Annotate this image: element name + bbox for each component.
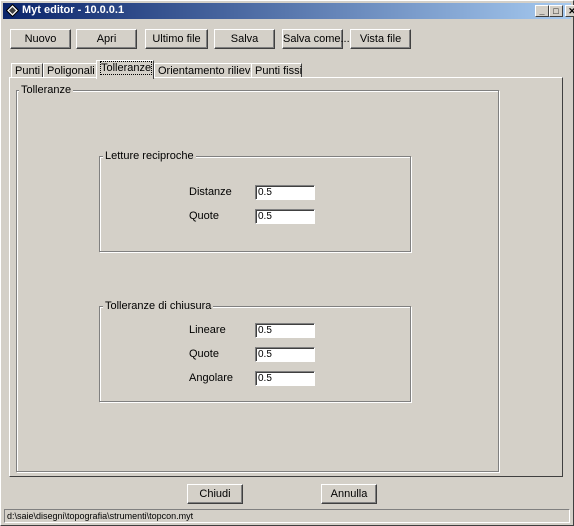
tolleranze-chiusura-group: Tolleranze di chiusura Lineare 0.5 Quote…: [99, 299, 411, 402]
angolare-label: Angolare: [189, 372, 234, 384]
app-diamond-icon[interactable]: [5, 3, 20, 18]
tab-punti-fissi[interactable]: Punti fissi: [251, 63, 302, 78]
distanze-field[interactable]: 0.5: [255, 185, 315, 200]
minimize-button[interactable]: _: [535, 5, 549, 17]
quote-chiusura-label: Quote: [189, 348, 219, 360]
tab-tolleranze[interactable]: Tolleranze: [96, 60, 154, 79]
tolleranze-group-title: Tolleranze: [19, 83, 74, 97]
tab-punti[interactable]: Punti: [11, 63, 43, 78]
save-button[interactable]: Salva: [214, 29, 275, 49]
status-bar-path: d:\saie\disegni\topografia\strumenti\top…: [4, 509, 570, 523]
angolare-field[interactable]: 0.5: [255, 371, 315, 386]
cancel-button[interactable]: Annulla: [321, 484, 377, 504]
tolleranze-chiusura-title: Tolleranze di chiusura: [103, 299, 214, 313]
letture-reciproche-title: Letture reciproche: [103, 149, 196, 163]
window-title: Myt editor - 10.0.0.1: [22, 4, 125, 16]
distanze-label: Distanze: [189, 186, 232, 198]
maximize-button[interactable]: □: [549, 5, 563, 17]
last-file-button[interactable]: Ultimo file: [145, 29, 208, 49]
tab-orientamento-rilievo[interactable]: Orientamento rilievo: [154, 63, 256, 78]
close-button[interactable]: ✕: [565, 5, 574, 17]
tolleranze-group: Tolleranze Letture reciproche Distanze 0…: [16, 83, 499, 472]
quote-field[interactable]: 0.5: [255, 209, 315, 224]
title-bar[interactable]: Myt editor - 10.0.0.1 _ □ ✕: [3, 3, 574, 19]
lineare-label: Lineare: [189, 324, 226, 336]
new-button[interactable]: Nuovo: [10, 29, 71, 49]
tab-poligonali[interactable]: Poligonali: [43, 63, 97, 78]
quote-chiusura-field[interactable]: 0.5: [255, 347, 315, 362]
main-window: Myt editor - 10.0.0.1 _ □ ✕ Nuovo Apri U…: [0, 0, 574, 526]
view-file-button[interactable]: Vista file: [350, 29, 411, 49]
lineare-field[interactable]: 0.5: [255, 323, 315, 338]
save-as-button[interactable]: Salva come...: [282, 29, 350, 49]
close-dialog-button[interactable]: Chiudi: [187, 484, 243, 504]
open-button[interactable]: Apri: [76, 29, 137, 49]
letture-reciproche-group: Letture reciproche Distanze 0.5 Quote 0.…: [99, 149, 411, 252]
tolleranze-panel: Tolleranze Letture reciproche Distanze 0…: [9, 77, 563, 477]
quote-label: Quote: [189, 210, 219, 222]
